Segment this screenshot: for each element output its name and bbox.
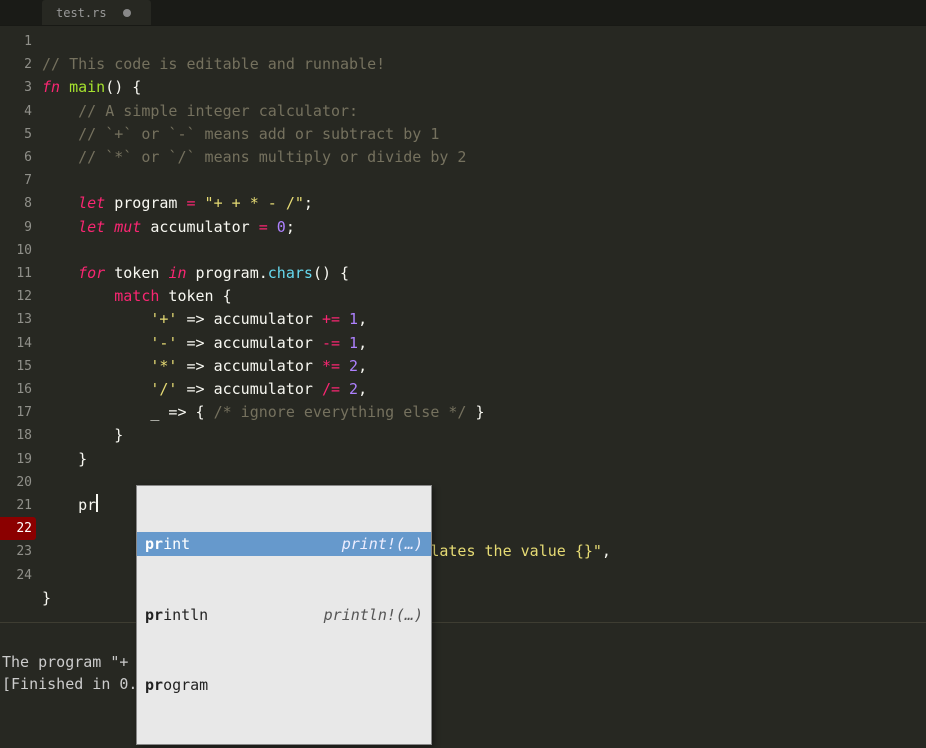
- op-pluseq: +=: [322, 310, 340, 328]
- line-number: 8: [0, 192, 32, 215]
- code-token: _ => {: [42, 403, 214, 421]
- line-number: 22: [0, 517, 36, 540]
- tab-spacer: [0, 0, 42, 25]
- code-line: }: [42, 426, 123, 444]
- line-number: 3: [0, 76, 32, 99]
- tab-dirty-dot-icon: [123, 9, 131, 17]
- line-number: 6: [0, 146, 32, 169]
- kw-let: let: [78, 194, 105, 212]
- line-number: 17: [0, 401, 32, 424]
- fn-main: main: [69, 78, 105, 96]
- line-number: 14: [0, 332, 32, 355]
- op-muleq: *=: [322, 357, 340, 375]
- code-token: accumulator: [141, 218, 258, 236]
- num-two: 2: [340, 380, 358, 398]
- autocomplete-label: print: [145, 533, 190, 555]
- line-number: 15: [0, 355, 32, 378]
- op-assign: =: [259, 218, 268, 236]
- code-token: ;: [304, 194, 313, 212]
- code-line: }: [42, 450, 87, 468]
- code-token: token: [105, 264, 168, 282]
- op-assign: =: [187, 194, 196, 212]
- code-line: // `+` or `-` means add or subtract by 1: [42, 125, 439, 143]
- text-cursor: [96, 494, 98, 512]
- str-program: "+ + * - /": [196, 194, 304, 212]
- code-token: ,: [358, 380, 367, 398]
- code-token: program.: [187, 264, 268, 282]
- tab-bar: test.rs: [0, 0, 926, 26]
- kw-match: match: [114, 287, 159, 305]
- autocomplete-item-println[interactable]: println println!(…): [137, 603, 431, 627]
- code-token: => accumulator: [177, 310, 322, 328]
- autocomplete-hint: print!(…): [342, 533, 423, 555]
- line-number: 16: [0, 378, 32, 401]
- num-two: 2: [340, 357, 358, 375]
- code-typed: pr: [42, 496, 96, 514]
- code-token: ,: [358, 310, 367, 328]
- code-token: => accumulator: [177, 334, 322, 352]
- code-token: => accumulator: [177, 357, 322, 375]
- autocomplete-hint: println!(…): [324, 604, 423, 626]
- editor-area: 123456789101112131415161718192021222324 …: [0, 26, 926, 622]
- line-number: 10: [0, 239, 32, 262]
- code-token: () {: [313, 264, 349, 282]
- num-one: 1: [340, 334, 358, 352]
- line-number: 1: [0, 30, 32, 53]
- line-number: 7: [0, 169, 32, 192]
- code-token: }: [466, 403, 484, 421]
- char-slash: '/': [150, 380, 177, 398]
- line-number: 18: [0, 424, 32, 447]
- kw-in: in: [168, 264, 186, 282]
- code-token: ;: [286, 218, 295, 236]
- line-number: 19: [0, 448, 32, 471]
- op-diveq: /=: [322, 380, 340, 398]
- call-chars: chars: [268, 264, 313, 282]
- line-number: 2: [0, 53, 32, 76]
- tab-filename: test.rs: [56, 6, 107, 20]
- autocomplete-label: program: [145, 674, 208, 696]
- code-token: ,: [358, 357, 367, 375]
- num-zero: 0: [268, 218, 286, 236]
- tab-testrs[interactable]: test.rs: [42, 0, 151, 25]
- code-line: }: [42, 589, 51, 607]
- line-number: 5: [0, 123, 32, 146]
- line-number: 9: [0, 216, 32, 239]
- line-gutter: 123456789101112131415161718192021222324: [0, 26, 42, 622]
- autocomplete-label: println: [145, 604, 208, 626]
- line-number: 23: [0, 540, 32, 563]
- code-token: ,: [358, 334, 367, 352]
- code-token: ,: [602, 542, 611, 560]
- line-number: 21: [0, 494, 32, 517]
- code-comment: /* ignore everything else */: [214, 403, 467, 421]
- char-plus: '+': [150, 310, 177, 328]
- code-line: // `*` or `/` means multiply or divide b…: [42, 148, 466, 166]
- autocomplete-popup[interactable]: print print!(…) println println!(…) prog…: [136, 485, 432, 745]
- code-area[interactable]: // This code is editable and runnable! f…: [42, 26, 926, 622]
- code-token: => accumulator: [177, 380, 322, 398]
- autocomplete-item-print[interactable]: print print!(…): [137, 532, 431, 556]
- kw-mut: mut: [114, 218, 141, 236]
- code-line: // A simple integer calculator:: [42, 102, 358, 120]
- kw-fn: fn: [42, 78, 60, 96]
- code-token: program: [105, 194, 186, 212]
- kw-for: for: [78, 264, 105, 282]
- char-minus: '-': [150, 334, 177, 352]
- line-number: 20: [0, 471, 32, 494]
- kw-let: let: [78, 218, 105, 236]
- line-number: 11: [0, 262, 32, 285]
- line-number: 13: [0, 308, 32, 331]
- char-star: '*': [150, 357, 177, 375]
- line-number: 4: [0, 100, 32, 123]
- code-line: // This code is editable and runnable!: [42, 55, 385, 73]
- code-token: token {: [159, 287, 231, 305]
- op-minuseq: -=: [322, 334, 340, 352]
- line-number: 24: [0, 564, 32, 587]
- num-one: 1: [340, 310, 358, 328]
- code-token: () {: [105, 78, 141, 96]
- autocomplete-item-program[interactable]: program: [137, 673, 431, 697]
- line-number: 12: [0, 285, 32, 308]
